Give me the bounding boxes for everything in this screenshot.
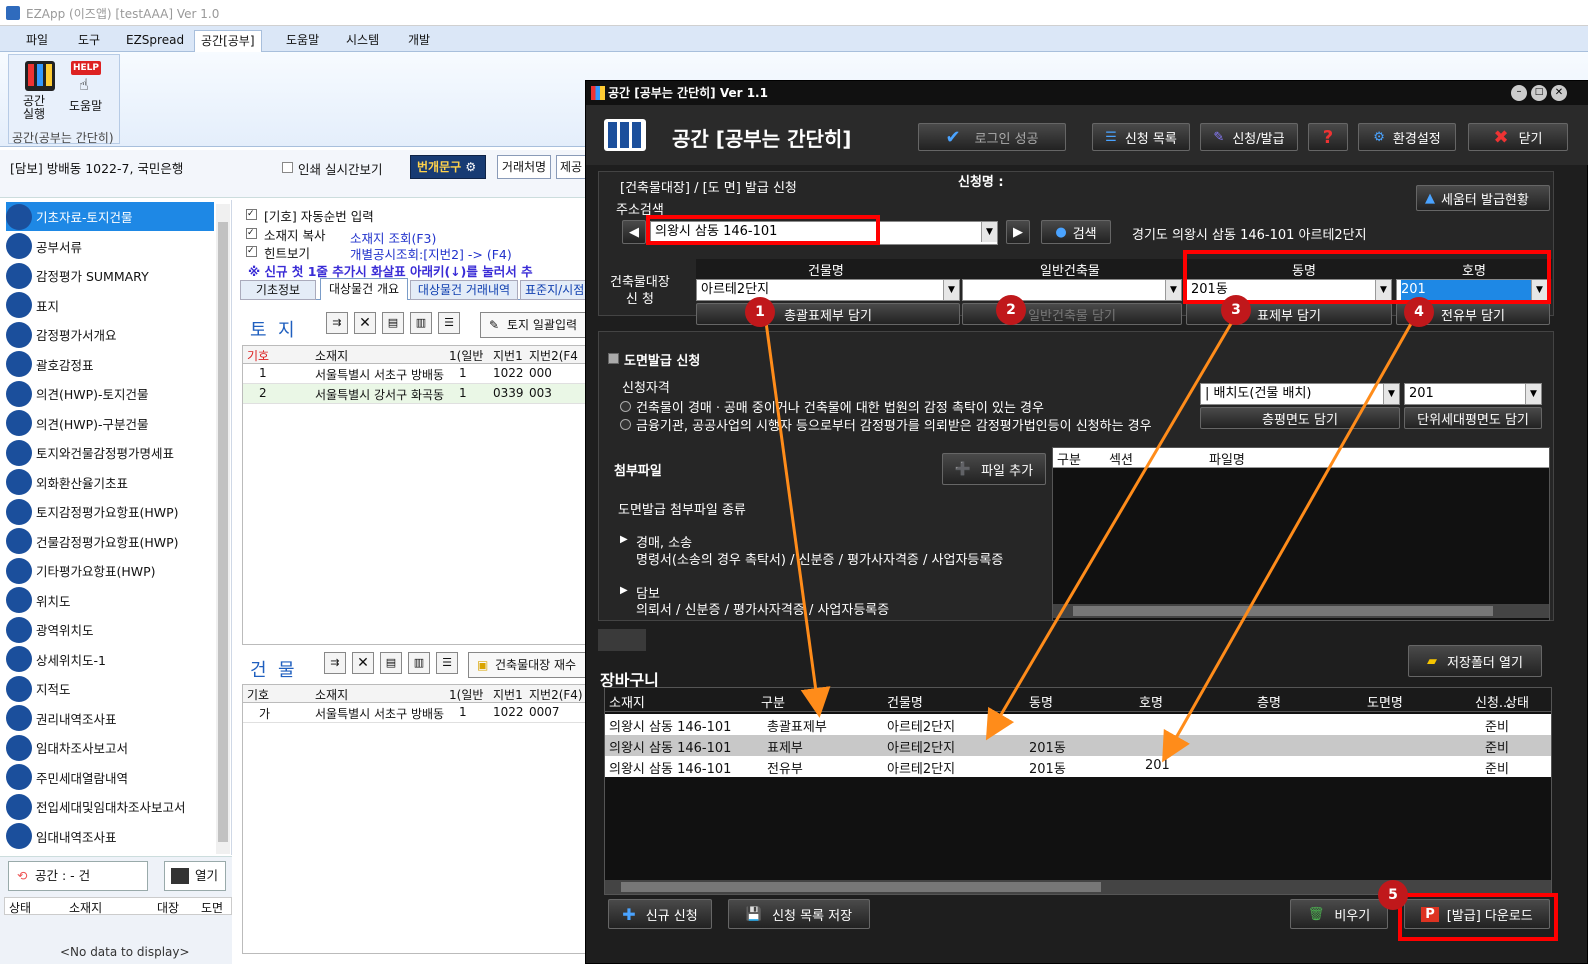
callout-2: 2 xyxy=(996,295,1026,325)
annotation-arrows xyxy=(764,321,1414,763)
callout-3: 3 xyxy=(1221,295,1251,325)
callout-5: 5 xyxy=(1378,880,1408,910)
arrow-4 xyxy=(1162,321,1414,763)
callout-1: 1 xyxy=(745,297,775,327)
callout-4: 4 xyxy=(1404,297,1434,327)
arrow-1 xyxy=(764,321,831,718)
arrow-3 xyxy=(985,321,1234,741)
